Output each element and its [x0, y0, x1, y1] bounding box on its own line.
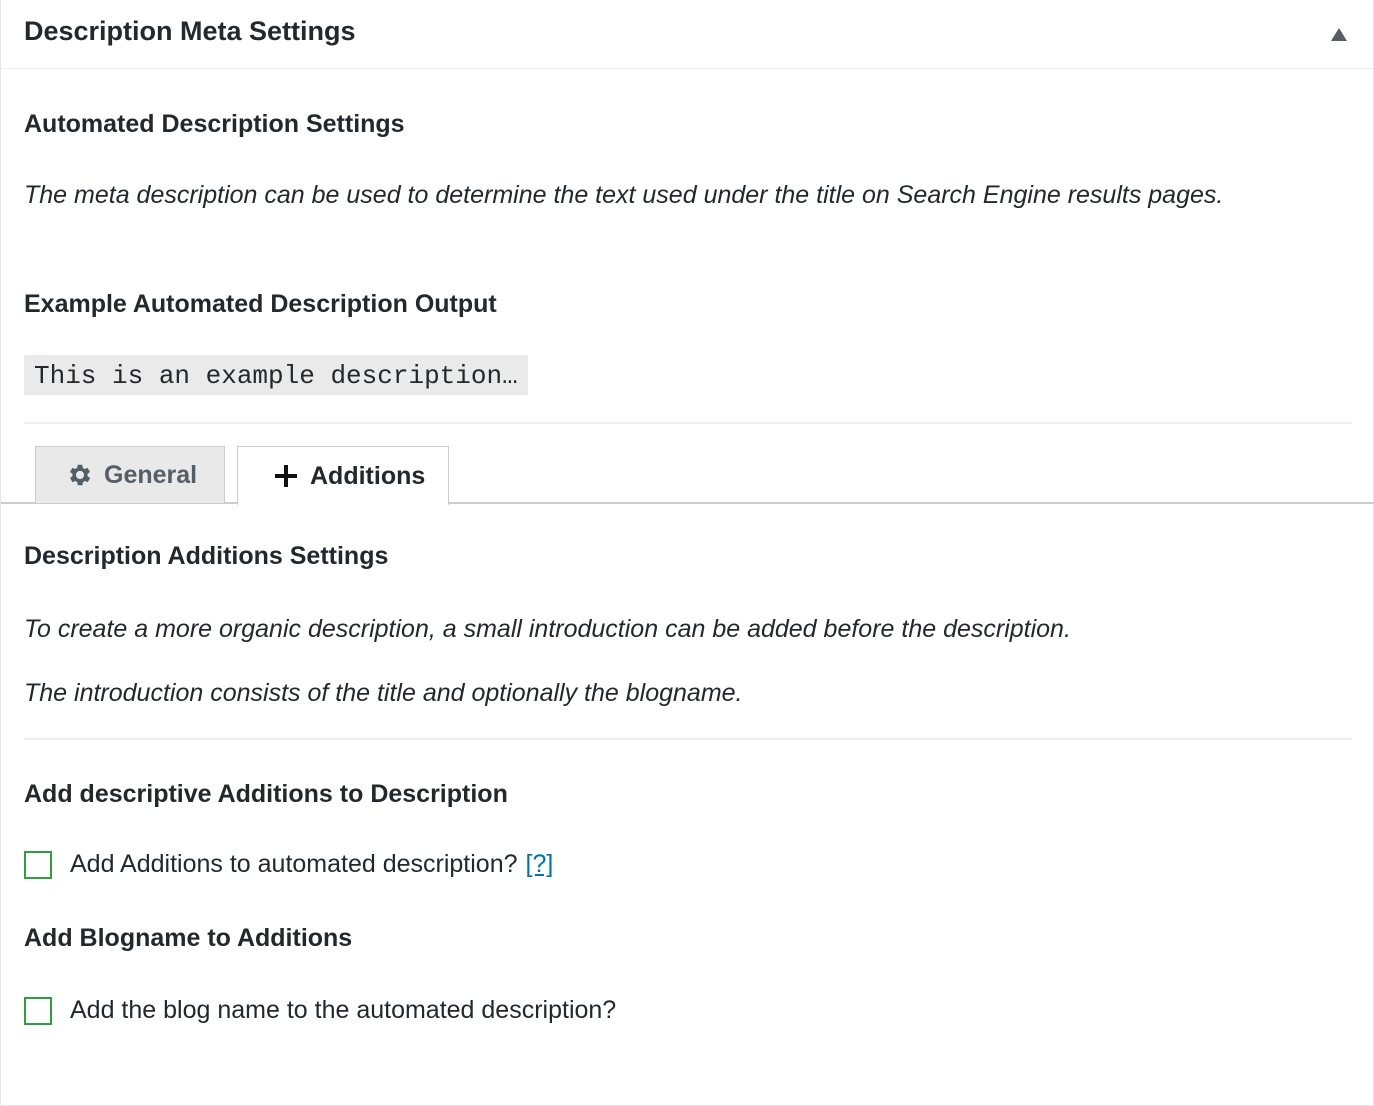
plus-icon — [272, 462, 300, 490]
add-blogname-row: Add the blog name to the automated descr… — [24, 996, 616, 1025]
automated-settings-heading: Automated Description Settings — [24, 110, 405, 138]
tab-additions-label: Additions — [310, 461, 426, 490]
add-blogname-checkbox[interactable] — [24, 996, 52, 1025]
divider — [24, 422, 1352, 424]
panel-title: Description Meta Settings — [24, 16, 356, 46]
add-blogname-label[interactable]: Add the blog name to the automated descr… — [70, 996, 616, 1025]
tab-additions[interactable]: Additions — [237, 446, 449, 505]
divider — [24, 738, 1352, 740]
tab-general-label: General — [104, 460, 198, 489]
triangle-up-icon[interactable] — [1331, 28, 1347, 41]
example-description-output: This is an example description… — [24, 355, 528, 395]
additions-description-2: The introduction consists of the title a… — [24, 679, 743, 707]
panel-header[interactable]: Description Meta Settings — [1, 0, 1373, 69]
add-additions-heading: Add descriptive Additions to Description — [24, 780, 508, 808]
description-meta-settings-panel: Description Meta Settings Automated Desc… — [0, 0, 1374, 1106]
automated-settings-description: The meta description can be used to dete… — [24, 181, 1224, 209]
gear-icon — [66, 461, 94, 489]
add-additions-row: Add Additions to automated description? … — [24, 850, 553, 879]
add-additions-checkbox[interactable] — [24, 850, 52, 879]
add-additions-label[interactable]: Add Additions to automated description? — [70, 850, 518, 879]
additions-settings-heading: Description Additions Settings — [24, 542, 389, 570]
additions-description-1: To create a more organic description, a … — [24, 615, 1071, 643]
add-blogname-heading: Add Blogname to Additions — [24, 924, 353, 952]
example-output-heading: Example Automated Description Output — [24, 290, 497, 318]
tab-general[interactable]: General — [35, 446, 225, 503]
help-link[interactable]: [?] — [526, 850, 554, 879]
